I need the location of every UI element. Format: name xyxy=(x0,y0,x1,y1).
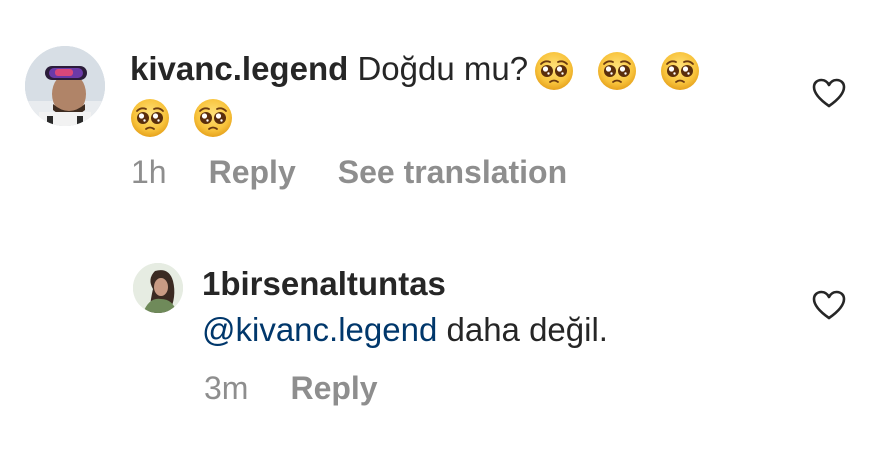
comment-1-body: kivanc.legend Doğdu mu? xyxy=(130,45,730,139)
avatar-kivanc[interactable] xyxy=(25,46,105,126)
comment-text: daha değil. xyxy=(446,311,608,348)
comment-1-meta: 1h Reply See translation xyxy=(131,154,567,191)
comment-2-meta: 3m Reply xyxy=(204,370,378,407)
comment-2-header: 1birsenaltuntas xyxy=(202,262,446,306)
mention-link[interactable]: @kivanc.legend xyxy=(202,311,437,348)
avatar-birsen[interactable] xyxy=(133,263,183,313)
avatar-photo xyxy=(133,263,183,313)
comment-timestamp: 3m xyxy=(204,370,249,406)
comment-timestamp: 1h xyxy=(131,154,167,190)
pleading-face-emoji xyxy=(130,98,170,138)
heart-outline-icon[interactable] xyxy=(812,290,846,320)
reply-button[interactable]: Reply xyxy=(209,154,296,191)
pleading-face-emoji xyxy=(193,98,233,138)
reply-button[interactable]: Reply xyxy=(290,370,377,407)
pleading-face-emoji xyxy=(597,51,637,91)
comment-username[interactable]: 1birsenaltuntas xyxy=(202,265,446,302)
comment-1: kivanc.legend Doğdu mu? 1h Reply See tra… xyxy=(0,0,896,210)
comment-username[interactable]: kivanc.legend xyxy=(130,50,348,87)
pleading-face-emoji xyxy=(534,51,574,91)
comment-2-body: @kivanc.legend daha değil. xyxy=(202,308,608,352)
comment-text: Doğdu mu? xyxy=(357,50,529,87)
avatar-photo xyxy=(25,46,105,126)
see-translation-button[interactable]: See translation xyxy=(338,154,567,191)
pleading-face-emoji xyxy=(660,51,700,91)
comment-2: 1birsenaltuntas @kivanc.legend daha deği… xyxy=(0,230,896,452)
heart-outline-icon[interactable] xyxy=(812,78,846,108)
